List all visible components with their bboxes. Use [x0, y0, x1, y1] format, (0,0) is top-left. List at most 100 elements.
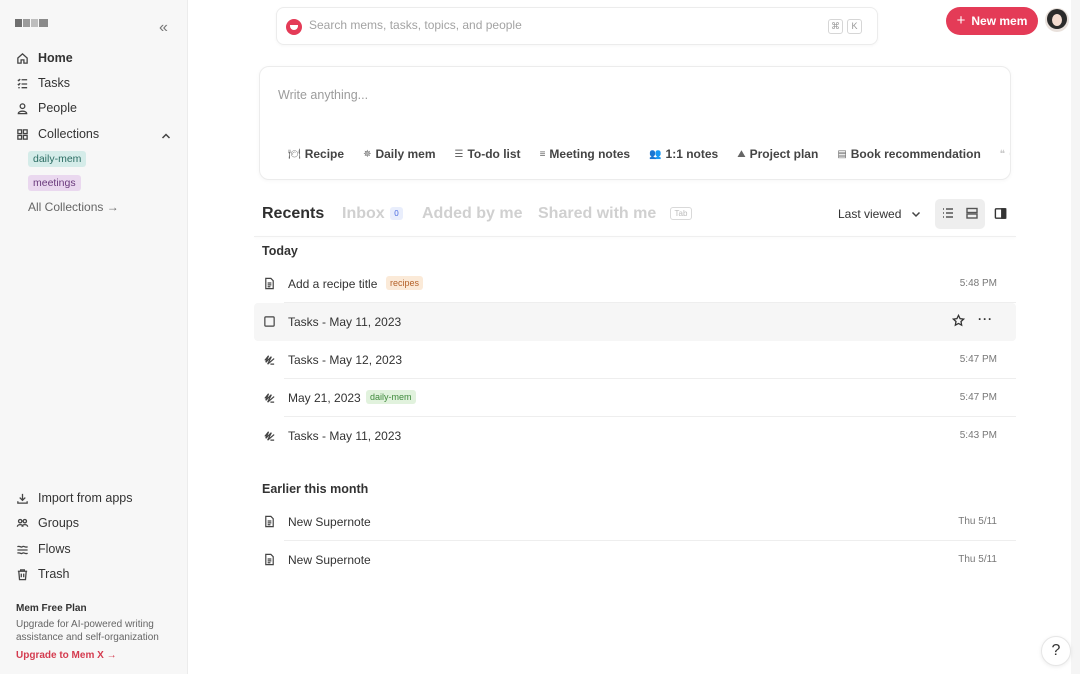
all-collections-link[interactable]: All Collections →	[28, 200, 119, 214]
sidebar-item-label: Tasks	[38, 76, 70, 90]
item-tag[interactable]: daily-mem	[366, 390, 416, 404]
template-label: Daily mem	[375, 147, 436, 161]
document-icon	[263, 553, 277, 567]
template-quote[interactable]: ❝Qu	[1000, 147, 1010, 161]
sidebar-item-label: Trash	[38, 567, 70, 581]
tab-recents[interactable]: Recents	[262, 205, 324, 223]
card-view-icon[interactable]	[965, 206, 981, 222]
chevron-up-icon[interactable]	[161, 128, 171, 139]
sidebar-item-label: Flows	[38, 542, 71, 556]
tabs-divider	[254, 236, 1016, 237]
upgrade-link[interactable]: Upgrade to Mem X →	[16, 650, 117, 661]
checkbox-icon[interactable]	[263, 315, 277, 329]
list-item[interactable]: May 21, 2023 daily-mem 5:47 PM	[254, 379, 1016, 417]
item-title: Tasks - May 12, 2023	[288, 353, 403, 367]
more-options-icon[interactable]: ···	[978, 312, 993, 326]
side-panel-icon[interactable]	[994, 207, 1008, 221]
sidebar-item-people[interactable]: People	[16, 101, 77, 115]
item-time: Thu 5/11	[958, 554, 997, 565]
template-label: 1:1 notes	[665, 147, 719, 161]
new-mem-button[interactable]: + New mem	[946, 7, 1038, 35]
template-label: Book recommendation	[850, 147, 981, 161]
tab-added-by-me[interactable]: Added by me	[422, 205, 522, 223]
template-todo-list[interactable]: ☰ To-do list	[454, 147, 520, 161]
sidebar-item-home[interactable]: Home	[16, 51, 73, 65]
list-item[interactable]: Tasks - May 12, 2023 5:47 PM	[254, 341, 1016, 379]
inbox-count-badge: 0	[390, 207, 403, 220]
item-title: Tasks - May 11, 2023	[288, 429, 402, 443]
tasks-icon	[17, 78, 28, 88]
item-title: Tasks - May 11, 2023	[288, 315, 402, 329]
grid-icon	[17, 128, 28, 140]
sidebar-item-trash[interactable]: Trash	[16, 567, 70, 581]
plan-description: Upgrade for AI-powered writing assistanc…	[16, 619, 159, 643]
template-book-recommendation[interactable]: ▤ Book recommendation	[837, 147, 980, 161]
collection-tag-daily-mem[interactable]: daily-mem	[28, 151, 87, 167]
template-recipe[interactable]: 🍽 Recipe	[288, 147, 344, 161]
search-bar[interactable]: ⌘ K	[276, 7, 878, 45]
template-label: Meeting notes	[549, 147, 631, 161]
view-toggle	[935, 199, 985, 229]
tab-shared-with-me[interactable]: Shared with me	[538, 205, 656, 223]
template-daily-mem[interactable]: ✵ Daily mem	[363, 147, 435, 161]
shortcut-cmd-key: ⌘	[828, 19, 843, 34]
sidebar-item-tasks[interactable]: Tasks	[16, 76, 70, 90]
template-label: Project plan	[749, 147, 819, 161]
template-list: 🍽 Recipe ✵ Daily mem ☰ To-do list ≡ Meeting …	[288, 147, 1010, 161]
sidebar-item-import[interactable]: Import from apps	[16, 491, 132, 505]
home-icon	[17, 52, 28, 64]
people-icon: 👥	[649, 148, 662, 160]
scribble-icon	[263, 429, 277, 443]
sidebar-item-groups[interactable]: Groups	[16, 516, 79, 530]
item-title: Add a recipe title	[288, 277, 378, 291]
search-input[interactable]	[309, 18, 789, 32]
collection-tag-meetings[interactable]: meetings	[28, 175, 81, 191]
template-meeting-notes[interactable]: ≡ Meeting notes	[540, 147, 631, 161]
tab-inbox[interactable]: Inbox	[342, 205, 385, 223]
document-icon	[263, 515, 277, 529]
sort-label: Last viewed	[838, 207, 902, 221]
star-icon[interactable]	[951, 313, 966, 328]
list-item[interactable]: New Supernote Thu 5/11	[254, 503, 1016, 541]
avatar[interactable]	[1045, 8, 1069, 32]
list-item[interactable]: New Supernote Thu 5/11	[254, 541, 1016, 579]
group-title-earlier: Earlier this month	[262, 482, 369, 496]
template-label: To-do list	[467, 147, 521, 161]
collapse-sidebar-icon[interactable]: «	[159, 20, 173, 36]
composer[interactable]: Write anything... 🍽 Recipe ✵ Daily mem ☰ To…	[259, 66, 1011, 180]
document-icon	[263, 277, 277, 291]
sidebar-item-flows[interactable]: Flows	[16, 542, 71, 556]
item-title: May 21, 2023	[288, 391, 361, 405]
scribble-icon	[263, 353, 277, 367]
item-time: Thu 5/11	[958, 516, 997, 527]
item-tag[interactable]: recipes	[386, 276, 424, 290]
book-icon: ▤	[837, 148, 847, 160]
mountain-icon: ⛰	[737, 148, 746, 160]
template-1-1-notes[interactable]: 👥 1:1 notes	[649, 147, 718, 161]
sidebar: « Home Tasks People Collections daily-me…	[0, 0, 188, 674]
list-item[interactable]: Tasks - May 11, 2023 ···	[254, 303, 1016, 341]
list-view-icon[interactable]	[941, 206, 957, 222]
new-mem-label: New mem	[971, 14, 1028, 28]
item-title: New Supernote	[288, 553, 371, 567]
sort-dropdown[interactable]: Last viewed	[838, 207, 921, 221]
flows-icon	[17, 545, 28, 554]
list-item[interactable]: Tasks - May 11, 2023 5:43 PM	[254, 417, 1016, 455]
composer-input[interactable]: Write anything...	[278, 88, 368, 102]
template-project-plan[interactable]: ⛰ Project plan	[737, 147, 818, 161]
item-time: 5:47 PM	[959, 354, 997, 365]
item-time: 5:48 PM	[959, 278, 997, 289]
mem-logo[interactable]	[15, 19, 48, 27]
recipe-icon: 🍽	[288, 148, 301, 160]
import-icon	[17, 493, 28, 504]
shortcut-k-key: K	[847, 19, 862, 34]
sidebar-item-collections[interactable]: Collections	[16, 127, 99, 141]
list-item[interactable]: Add a recipe title recipes 5:48 PM	[254, 265, 1016, 303]
sidebar-item-label: Groups	[38, 516, 79, 530]
sidebar-item-label: Collections	[38, 127, 100, 141]
item-title: New Supernote	[288, 515, 371, 529]
sidebar-item-label: Home	[38, 51, 73, 65]
plan-title: Mem Free Plan	[16, 603, 87, 614]
chevron-down-icon	[912, 211, 921, 218]
help-button[interactable]: ?	[1041, 636, 1071, 666]
